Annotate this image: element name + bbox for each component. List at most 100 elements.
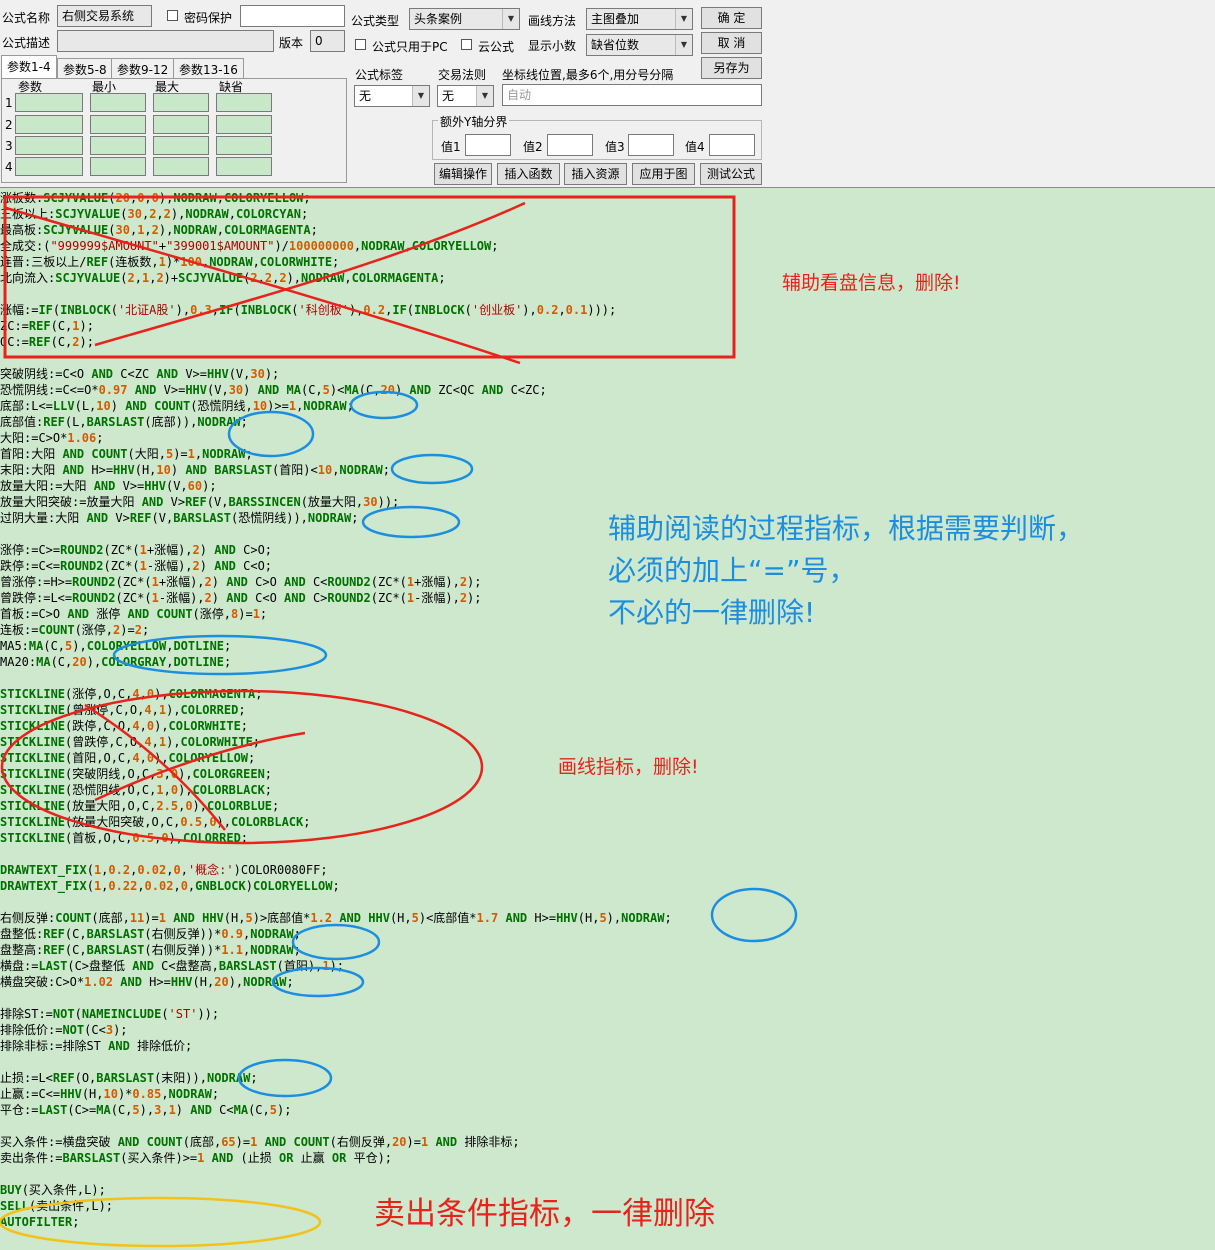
password-input[interactable] xyxy=(240,5,345,27)
code-line[interactable]: ​ xyxy=(0,846,672,862)
code-line[interactable]: 底部值:REF(L,BARSLAST(底部)),NODRAW; xyxy=(0,414,672,430)
code-line[interactable]: 平仓:=LAST(C>=MA(C,5),3,1) AND C<MA(C,5); xyxy=(0,1102,672,1118)
decimals-select[interactable]: 缺省位数 ▼ xyxy=(586,34,693,56)
code-line[interactable]: STICKLINE(曾跌停,C,O,4,1),COLORWHITE; xyxy=(0,734,672,750)
tag-select[interactable]: 无 ▼ xyxy=(354,85,430,107)
code-line[interactable]: 最高板:SCJYVALUE(30,1,2),NODRAW,COLORMAGENT… xyxy=(0,222,672,238)
param-4-min[interactable] xyxy=(90,157,146,176)
code-line[interactable]: 底部:L<=LLV(L,10) AND COUNT(恐慌阴线,10)>=1,NO… xyxy=(0,398,672,414)
code-line[interactable]: MA5:MA(C,5),COLORYELLOW,DOTLINE; xyxy=(0,638,672,654)
code-line[interactable]: 首阳:大阳 AND COUNT(大阳,5)=1,NODRAW; xyxy=(0,446,672,462)
code-line[interactable]: STICKLINE(放量大阳,O,C,2.5,0),COLORBLUE; xyxy=(0,798,672,814)
save-as-button[interactable]: 另存为 xyxy=(701,57,762,79)
code-line[interactable]: DRAWTEXT_FIX(1,0.2,0.02,0,'概念:')COLOR008… xyxy=(0,862,672,878)
code-line[interactable]: 北向流入:SCJYVALUE(2,1,2)+SCJYVALUE(2,2,2),N… xyxy=(0,270,672,286)
code-line[interactable]: 排除非标:=排除ST AND 排除低价; xyxy=(0,1038,672,1054)
code-line[interactable]: 盘整高:REF(C,BARSLAST(右侧反弹))*1.1,NODRAW; xyxy=(0,942,672,958)
code-line[interactable]: 曾涨停:=H>=ROUND2(ZC*(1+涨幅),2) AND C>O AND … xyxy=(0,574,672,590)
code-line[interactable]: 末阳:大阳 AND H>=HHV(H,10) AND BARSLAST(首阳)<… xyxy=(0,462,672,478)
v1-input[interactable] xyxy=(465,134,511,156)
formula-code[interactable]: 涨板数:SCJYVALUE(20,0,0),NODRAW,COLORYELLOW… xyxy=(0,190,672,1230)
pc-only-checkbox[interactable] xyxy=(355,39,366,50)
param-3-max[interactable] xyxy=(153,136,209,155)
param-1-max[interactable] xyxy=(153,93,209,112)
code-line[interactable]: 三板以上:SCJYVALUE(30,2,2),NODRAW,COLORCYAN; xyxy=(0,206,672,222)
tab-params-13-16[interactable]: 参数13-16 xyxy=(173,58,244,78)
tab-params-5-8[interactable]: 参数5-8 xyxy=(57,58,113,78)
code-line[interactable]: 涨板数:SCJYVALUE(20,0,0),NODRAW,COLORYELLOW… xyxy=(0,190,672,206)
tab-params-1-4[interactable]: 参数1-4 xyxy=(1,55,57,79)
cancel-button[interactable]: 取 消 xyxy=(701,32,762,54)
rule-select[interactable]: 无 ▼ xyxy=(437,85,494,107)
code-line[interactable]: 曾跌停:=L<=ROUND2(ZC*(1-涨幅),2) AND C<O AND … xyxy=(0,590,672,606)
code-line[interactable]: ​ xyxy=(0,670,672,686)
test-formula-button[interactable]: 测试公式 xyxy=(700,163,762,185)
code-line[interactable]: 放量大阳突破:=放量大阳 AND V>REF(V,BARSSINCEN(放量大阳… xyxy=(0,494,672,510)
param-4-default[interactable] xyxy=(216,157,272,176)
formula-type-select[interactable]: 头条案例 ▼ xyxy=(409,8,520,30)
code-line[interactable]: ​ xyxy=(0,1166,672,1182)
code-line[interactable]: 放量大阳:=大阳 AND V>=HHV(V,60); xyxy=(0,478,672,494)
cloud-checkbox[interactable] xyxy=(461,39,472,50)
param-2-name[interactable] xyxy=(15,115,83,134)
insert-resource-button[interactable]: 插入资源 xyxy=(564,163,627,185)
code-line[interactable]: 横盘:=LAST(C>盘整低 AND C<盘整高,BARSLAST(首阳),1)… xyxy=(0,958,672,974)
code-line[interactable]: ​ xyxy=(0,894,672,910)
param-2-min[interactable] xyxy=(90,115,146,134)
code-line[interactable]: 盘整低:REF(C,BARSLAST(右侧反弹))*0.9,NODRAW; xyxy=(0,926,672,942)
formula-desc-input[interactable] xyxy=(57,30,274,52)
code-line[interactable]: 止损:=L<REF(O,BARSLAST(末阳)),NODRAW; xyxy=(0,1070,672,1086)
code-line[interactable]: 突破阴线:=C<O AND C<ZC AND V>=HHV(V,30); xyxy=(0,366,672,382)
apply-to-chart-button[interactable]: 应用于图 xyxy=(632,163,695,185)
code-line[interactable]: 排除低价:=NOT(C<3); xyxy=(0,1022,672,1038)
v2-input[interactable] xyxy=(547,134,593,156)
edit-ops-button[interactable]: 编辑操作 xyxy=(434,163,492,185)
code-line[interactable]: STICKLINE(曾涨停,C,O,4,1),COLORRED; xyxy=(0,702,672,718)
tab-params-9-12[interactable]: 参数9-12 xyxy=(111,58,175,78)
insert-function-button[interactable]: 插入函数 xyxy=(497,163,560,185)
param-3-default[interactable] xyxy=(216,136,272,155)
code-line[interactable]: STICKLINE(放量大阳突破,O,C,0.5,0),COLORBLACK; xyxy=(0,814,672,830)
param-2-default[interactable] xyxy=(216,115,272,134)
v4-input[interactable] xyxy=(709,134,755,156)
code-line[interactable]: ​ xyxy=(0,350,672,366)
code-line[interactable]: 涨停:=C>=ROUND2(ZC*(1+涨幅),2) AND C>O; xyxy=(0,542,672,558)
code-line[interactable]: ​ xyxy=(0,286,672,302)
code-line[interactable]: QC:=REF(C,2); xyxy=(0,334,672,350)
password-checkbox[interactable] xyxy=(167,10,178,21)
code-line[interactable]: ZC:=REF(C,1); xyxy=(0,318,672,334)
param-2-max[interactable] xyxy=(153,115,209,134)
v3-input[interactable] xyxy=(628,134,674,156)
param-3-name[interactable] xyxy=(15,136,83,155)
param-1-min[interactable] xyxy=(90,93,146,112)
code-line[interactable]: 涨幅:=IF(INBLOCK('北证A股'),0.3,IF(INBLOCK('科… xyxy=(0,302,672,318)
ok-button[interactable]: 确 定 xyxy=(701,7,762,29)
code-line[interactable]: 全成交:("999999$AMOUNT"+"399001$AMOUNT")/10… xyxy=(0,238,672,254)
code-line[interactable]: ​ xyxy=(0,990,672,1006)
code-line[interactable]: STICKLINE(首板,O,C,0.5,0),COLORRED; xyxy=(0,830,672,846)
code-line[interactable]: STICKLINE(恐慌阴线,O,C,1,0),COLORBLACK; xyxy=(0,782,672,798)
param-1-default[interactable] xyxy=(216,93,272,112)
code-line[interactable]: ​ xyxy=(0,526,672,542)
coord-input[interactable]: 自动 xyxy=(502,84,762,106)
code-line[interactable]: 排除ST:=NOT(NAMEINCLUDE('ST')); xyxy=(0,1006,672,1022)
param-3-min[interactable] xyxy=(90,136,146,155)
code-line[interactable]: 连板:=COUNT(涨停,2)=2; xyxy=(0,622,672,638)
code-line[interactable]: 卖出条件:=BARSLAST(买入条件)>=1 AND (止损 OR 止赢 OR… xyxy=(0,1150,672,1166)
code-line[interactable]: 恐慌阴线:=C<=O*0.97 AND V>=HHV(V,30) AND MA(… xyxy=(0,382,672,398)
code-line[interactable]: STICKLINE(跌停,C,O,4,0),COLORWHITE; xyxy=(0,718,672,734)
code-line[interactable]: 连晋:三板以上/REF(连板数,1)*100,NODRAW,COLORWHITE… xyxy=(0,254,672,270)
code-line[interactable]: 买入条件:=横盘突破 AND COUNT(底部,65)=1 AND COUNT(… xyxy=(0,1134,672,1150)
code-line[interactable]: 右侧反弹:COUNT(底部,11)=1 AND HHV(H,5)>底部值*1.2… xyxy=(0,910,672,926)
code-line[interactable]: STICKLINE(涨停,O,C,4,0),COLORMAGENTA; xyxy=(0,686,672,702)
code-line[interactable]: 过阴大量:大阳 AND V>REF(V,BARSLAST(恐慌阴线)),NODR… xyxy=(0,510,672,526)
code-line[interactable]: 横盘突破:C>O*1.02 AND H>=HHV(H,20),NODRAW; xyxy=(0,974,672,990)
code-line[interactable]: 跌停:=C<=ROUND2(ZC*(1-涨幅),2) AND C<O; xyxy=(0,558,672,574)
param-1-name[interactable] xyxy=(15,93,83,112)
code-line[interactable]: DRAWTEXT_FIX(1,0.22,0.02,0,GNBLOCK)COLOR… xyxy=(0,878,672,894)
draw-method-select[interactable]: 主图叠加 ▼ xyxy=(586,8,693,30)
formula-name-input[interactable]: 右侧交易系统 xyxy=(57,5,152,27)
code-line[interactable]: 首板:=C>O AND 涨停 AND COUNT(涨停,8)=1; xyxy=(0,606,672,622)
code-line[interactable]: 止赢:=C<=HHV(H,10)*0.85,NODRAW; xyxy=(0,1086,672,1102)
code-line[interactable]: ​ xyxy=(0,1054,672,1070)
